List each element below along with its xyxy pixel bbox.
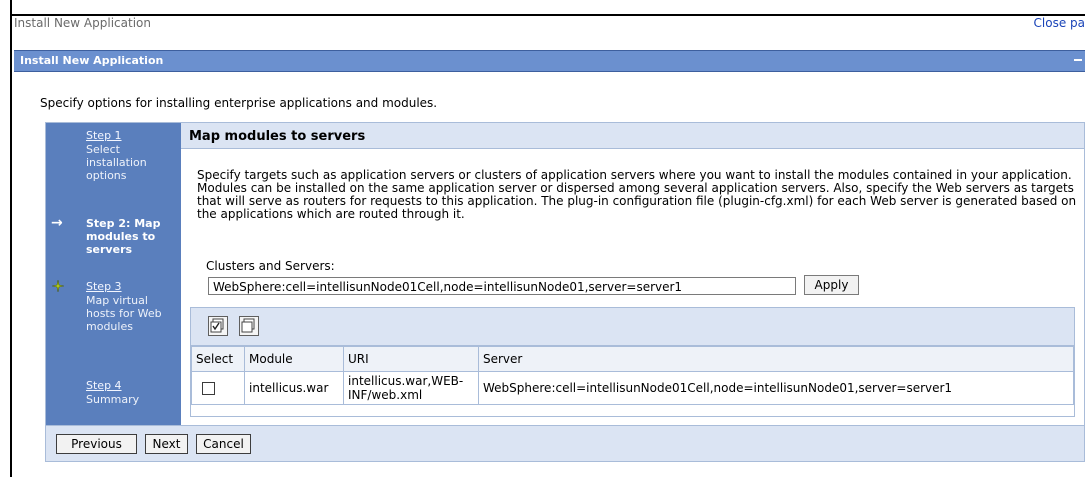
window-title: Install New Application xyxy=(14,16,151,30)
module-cell: intellicus.war xyxy=(244,371,344,405)
select-all-icon[interactable] xyxy=(208,316,228,336)
step-1-description: Select installation options xyxy=(86,143,147,182)
row-select-checkbox[interactable] xyxy=(202,381,215,395)
intro-text: Specify options for installing enterpris… xyxy=(40,96,438,110)
step-4-description: Summary xyxy=(86,393,140,406)
table-toolbar xyxy=(191,308,1074,346)
minimize-icon[interactable] xyxy=(1074,59,1082,61)
step-3-link[interactable]: Step 3 xyxy=(86,280,122,293)
step-1-link[interactable]: Step 1 xyxy=(86,129,122,142)
step-2-label: Step 2: Map modules to servers xyxy=(86,217,161,256)
col-select: Select xyxy=(191,346,245,372)
top-border xyxy=(12,14,1085,16)
col-server: Server xyxy=(478,346,1074,372)
next-button[interactable]: Next xyxy=(145,434,188,454)
panel-title: Install New Application xyxy=(20,54,164,67)
col-uri: URI xyxy=(343,346,479,372)
content-description: Specify targets such as application serv… xyxy=(197,168,1077,221)
cancel-button[interactable]: Cancel xyxy=(196,434,251,454)
window-frame: Install New Application Close pa Install… xyxy=(10,0,1085,477)
wizard-steps: Step 1 Select installation options → Ste… xyxy=(46,123,181,425)
close-page-link[interactable]: Close pa xyxy=(1034,16,1085,30)
server-cell: WebSphere:cell=intellisunNode01Cell,node… xyxy=(478,371,1074,405)
step-3-description: Map virtual hosts for Web modules xyxy=(86,294,162,333)
content-header: Map modules to servers xyxy=(181,123,1084,149)
clusters-servers-label: Clusters and Servers: xyxy=(206,259,335,273)
wizard-footer: Previous Next Cancel xyxy=(46,425,1084,461)
current-step-arrow-icon: → xyxy=(51,215,63,231)
step-4-link[interactable]: Step 4 xyxy=(86,379,122,392)
previous-button[interactable]: Previous xyxy=(56,434,137,454)
star-icon xyxy=(52,280,64,292)
select-cell xyxy=(191,371,245,405)
deselect-all-icon[interactable] xyxy=(239,316,259,336)
col-module: Module xyxy=(244,346,344,372)
content-title: Map modules to servers xyxy=(189,129,366,144)
modules-table-container: Select Module URI Server intellicus.war xyxy=(190,307,1075,417)
wizard-panel: Step 1 Select installation options → Ste… xyxy=(45,122,1085,462)
clusters-servers-select[interactable]: WebSphere:cell=intellisunNode01Cell,node… xyxy=(208,277,796,295)
step-content: Map modules to servers Specify targets s… xyxy=(181,123,1084,425)
panel-header: Install New Application xyxy=(14,50,1085,72)
apply-button[interactable]: Apply xyxy=(804,275,859,295)
table-header-row: Select Module URI Server xyxy=(191,346,1074,372)
modules-table: Select Module URI Server intellicus.war xyxy=(191,346,1074,405)
uri-cell: intellicus.war,WEB-INF/web.xml xyxy=(343,371,479,405)
table-row: intellicus.war intellicus.war,WEB-INF/we… xyxy=(191,371,1074,405)
